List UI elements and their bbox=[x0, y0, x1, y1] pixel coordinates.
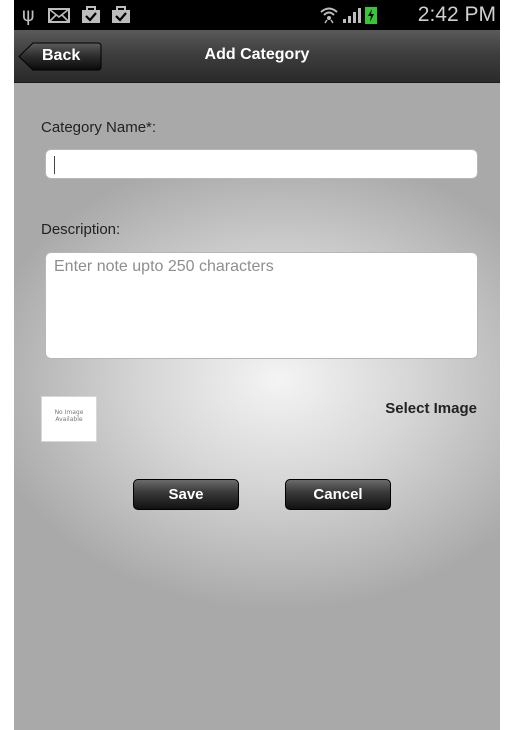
no-image-line2: Available bbox=[55, 416, 83, 423]
battery-charging-icon bbox=[365, 7, 377, 24]
bag-check-icon bbox=[82, 6, 100, 23]
signal-icon bbox=[343, 8, 361, 23]
description-textarea[interactable]: Enter note upto 250 characters bbox=[45, 252, 478, 359]
text-caret bbox=[54, 156, 55, 174]
image-thumbnail[interactable]: No Image Available bbox=[41, 396, 97, 442]
bag-check-icon bbox=[112, 6, 130, 23]
title-bar: Back Add Category bbox=[14, 30, 500, 83]
page-title: Add Category bbox=[204, 46, 310, 63]
status-bar: ψ 2:42 PM bbox=[14, 0, 500, 30]
usb-icon: ψ bbox=[22, 4, 35, 26]
status-time: 2:42 PM bbox=[417, 3, 496, 26]
wifi-icon bbox=[320, 7, 338, 24]
select-image-link[interactable]: Select Image bbox=[385, 400, 477, 417]
save-button[interactable]: Save bbox=[133, 479, 239, 510]
category-name-input[interactable] bbox=[45, 149, 478, 179]
category-name-label: Category Name*: bbox=[41, 119, 157, 136]
no-image-text: No Image Available bbox=[42, 409, 96, 423]
phone-screen: ψ 2:42 PM Back Add Category Category Nam… bbox=[14, 0, 500, 730]
description-label: Description: bbox=[41, 221, 121, 238]
mail-icon bbox=[48, 8, 70, 23]
cancel-button[interactable]: Cancel bbox=[285, 479, 391, 510]
no-image-line1: No Image bbox=[54, 409, 84, 416]
